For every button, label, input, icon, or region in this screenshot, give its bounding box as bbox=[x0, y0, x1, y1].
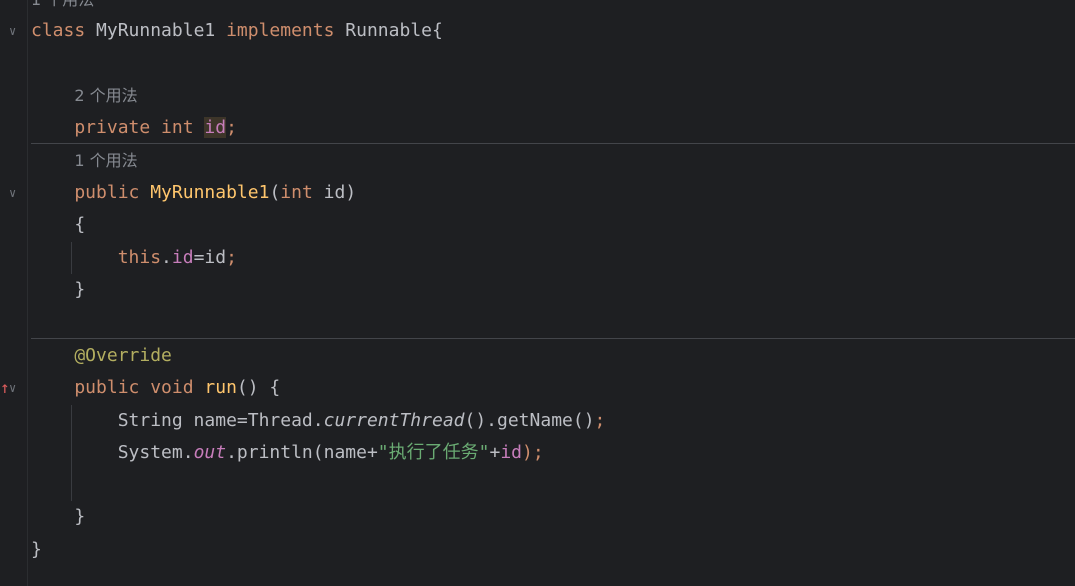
code-token: ( bbox=[269, 182, 281, 203]
method-separator bbox=[31, 338, 1075, 339]
code-token: currentThread bbox=[323, 410, 465, 431]
code-token: ; bbox=[226, 247, 237, 268]
code-token: + bbox=[489, 442, 501, 463]
code-line[interactable]: this.id=id; bbox=[31, 242, 237, 274]
code-token: int bbox=[280, 182, 324, 203]
gutter-border bbox=[27, 0, 28, 586]
fold-chevron-icon[interactable]: ∨ bbox=[9, 381, 23, 395]
code-token: id bbox=[171, 247, 194, 268]
code-token: () { bbox=[236, 377, 281, 398]
code-line[interactable]: public MyRunnable1(int id) bbox=[31, 177, 356, 209]
code-token: String name=Thread. bbox=[31, 410, 324, 431]
code-token: @Override bbox=[31, 345, 172, 366]
code-line[interactable]: String name=Thread.currentThread().getNa… bbox=[31, 405, 606, 437]
code-line[interactable]: private int id; bbox=[31, 112, 237, 144]
code-token: .println(name+ bbox=[226, 442, 378, 463]
code-token: } bbox=[31, 539, 42, 560]
code-token: out bbox=[193, 442, 227, 463]
code-token: ); bbox=[522, 442, 544, 463]
usages-hint[interactable]: 1 个用法 bbox=[74, 151, 137, 170]
code-token: id bbox=[500, 442, 523, 463]
code-line[interactable]: } bbox=[31, 534, 42, 566]
code-token: public bbox=[31, 182, 151, 203]
code-token: this bbox=[31, 247, 162, 268]
code-token: } bbox=[31, 506, 86, 527]
code-token: implements bbox=[226, 20, 346, 41]
code-token: class bbox=[31, 20, 97, 41]
code-token: ; bbox=[226, 117, 237, 138]
code-line[interactable]: 1 个用法 bbox=[31, 145, 137, 177]
code-token: ; bbox=[594, 410, 606, 431]
code-line[interactable]: @Override bbox=[31, 340, 172, 372]
code-token: { bbox=[31, 214, 86, 235]
code-token: run bbox=[204, 377, 237, 398]
fold-chevron-icon[interactable]: ∨ bbox=[9, 24, 23, 38]
code-line[interactable]: public void run() { bbox=[31, 372, 280, 404]
code-line[interactable]: 1 个用法 bbox=[31, 0, 94, 16]
code-token: public void bbox=[31, 377, 205, 398]
code-line[interactable]: } bbox=[31, 274, 85, 306]
code-line[interactable]: class MyRunnable1 implements Runnable{ bbox=[31, 15, 443, 47]
code-line[interactable]: { bbox=[31, 209, 85, 241]
code-token: ().getName() bbox=[464, 410, 595, 431]
code-token: } bbox=[31, 279, 86, 300]
code-line[interactable]: 2 个用法 bbox=[31, 80, 137, 112]
code-token: MyRunnable1 bbox=[150, 182, 270, 203]
code-token: id bbox=[204, 117, 227, 138]
code-line[interactable]: System.out.println(name+"执行了任务"+id); bbox=[31, 437, 544, 469]
override-arrow-icon[interactable]: ↑ bbox=[0, 378, 10, 398]
code-token: Runnable{ bbox=[345, 20, 443, 41]
usages-hint[interactable]: 1 个用法 bbox=[31, 0, 94, 9]
code-token: "执行了任务" bbox=[377, 442, 490, 463]
code-token: =id bbox=[193, 247, 227, 268]
code-token: MyRunnable1 bbox=[96, 20, 227, 41]
code-token: private int bbox=[31, 117, 205, 138]
code-token: id) bbox=[323, 182, 357, 203]
fold-chevron-icon[interactable]: ∨ bbox=[9, 186, 23, 200]
code-token: System. bbox=[31, 442, 194, 463]
code-line[interactable]: } bbox=[31, 501, 85, 533]
usages-hint[interactable]: 2 个用法 bbox=[74, 86, 137, 105]
code-token: . bbox=[161, 247, 172, 268]
